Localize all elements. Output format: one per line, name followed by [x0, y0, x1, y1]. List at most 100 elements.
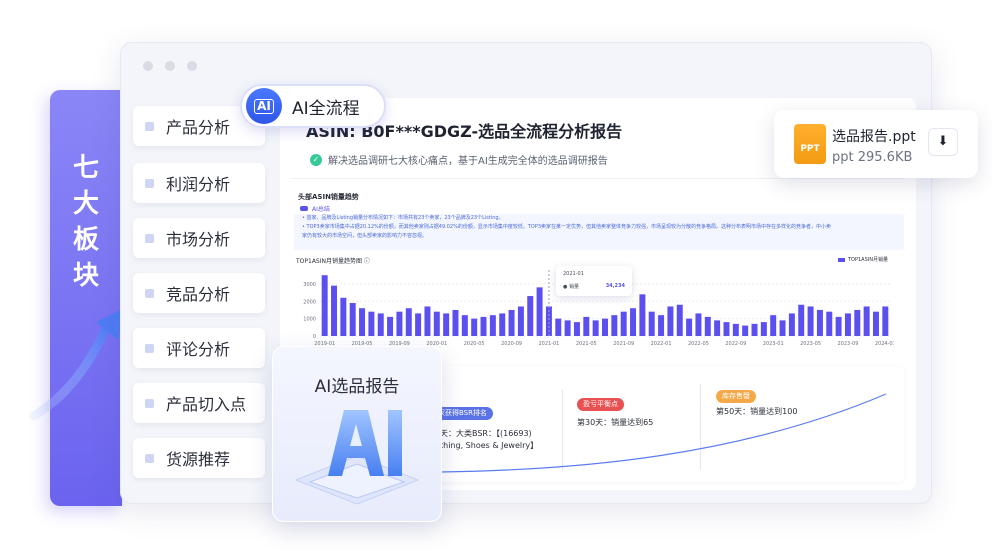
x-tick-label: 2022-09 [725, 341, 746, 347]
x-tick-label: 2024-01 [875, 341, 894, 347]
chart-bar[interactable] [517, 306, 524, 336]
chart-bar[interactable] [377, 313, 384, 336]
menu-item-supplier-recommend[interactable]: 货源推荐 [133, 438, 265, 478]
chart-bar[interactable] [770, 315, 777, 336]
chart-bar[interactable] [667, 306, 674, 336]
chart-bar[interactable] [368, 311, 375, 336]
chart-bar[interactable] [882, 306, 889, 336]
chart-bar[interactable] [592, 320, 599, 336]
insight-line: • TOP3卖家市场集中占据20.12%的份额，而其他卖家则占据49.02%的份… [302, 224, 832, 230]
chart-bar[interactable] [340, 297, 347, 336]
section-strip-label: 七 大 板 块 [50, 150, 122, 294]
chart-bar[interactable] [536, 287, 543, 336]
chart-bar[interactable] [424, 306, 431, 336]
chart-bar[interactable] [331, 285, 338, 336]
chart-bar[interactable] [499, 313, 506, 336]
tooltip-label: ● 销量 [563, 284, 579, 290]
menu-item-market-analysis[interactable]: 市场分析 [133, 218, 265, 258]
chart-bar[interactable] [489, 315, 496, 336]
chart-bar[interactable] [844, 313, 851, 336]
chart-bar[interactable] [433, 311, 440, 336]
ai-chip-icon [300, 206, 308, 211]
menu-item-competitor-analysis[interactable]: 竞品分析 [133, 273, 265, 313]
bullet-icon [145, 233, 154, 243]
chart-bar[interactable] [321, 275, 328, 336]
chart-bar[interactable] [471, 318, 478, 336]
x-tick-label: 2022-05 [688, 341, 709, 347]
divider [290, 178, 904, 179]
chart-bar[interactable] [676, 304, 683, 336]
chart-bar[interactable] [415, 313, 422, 336]
chart-bar[interactable] [854, 309, 861, 336]
ppt-icon-text: PPT [800, 144, 820, 154]
chart-bar[interactable] [405, 308, 412, 336]
tooltip-label-text: 销量 [568, 284, 579, 290]
chart-bar[interactable] [704, 316, 711, 336]
x-tick-label: 2020-05 [464, 341, 485, 347]
chart-bar[interactable] [555, 318, 562, 336]
ai-icon: AI [246, 88, 282, 124]
ai-summary-chip[interactable]: AI总结 [300, 204, 330, 213]
x-tick-label: 2021-01 [538, 341, 559, 347]
chart-bar[interactable] [826, 311, 833, 336]
chart-bar[interactable] [573, 322, 580, 336]
chart-bar[interactable] [835, 316, 842, 336]
menu-item-label: 产品切入点 [166, 395, 247, 414]
chart-bar[interactable] [443, 313, 450, 336]
bullet-icon [145, 121, 154, 131]
chart-bar[interactable] [686, 318, 693, 336]
menu-item-review-analysis[interactable]: 评论分析 [133, 328, 265, 368]
chart-bar[interactable] [863, 306, 870, 336]
ai-cube-icon [294, 410, 420, 505]
x-tick-label: 2023-09 [837, 341, 858, 347]
insight-line: • 首家、品牌及Listing销量分布情况如下：市场共有23个卖家，23个品牌及… [302, 215, 504, 221]
chart-bar[interactable] [788, 313, 795, 336]
download-button[interactable]: ⬇ [928, 128, 958, 156]
chart-bar[interactable] [480, 316, 487, 336]
chart-bar[interactable] [461, 315, 468, 336]
breakeven-badge: 盈亏平衡点 [577, 398, 624, 411]
chart-bar[interactable] [751, 323, 758, 336]
tooltip-value: 34,234 [605, 283, 625, 289]
chart-bar[interactable] [564, 320, 571, 336]
chart-bar[interactable] [816, 309, 823, 336]
chart-bar[interactable] [714, 320, 721, 336]
chart-bar[interactable] [723, 322, 730, 336]
window-dot-icon[interactable] [143, 61, 153, 71]
chart-bar[interactable] [732, 323, 739, 336]
chart-bar[interactable] [508, 309, 515, 336]
chart-bar[interactable] [639, 294, 646, 336]
chart-bar[interactable] [387, 316, 394, 336]
chart-bar[interactable] [396, 311, 403, 336]
chart-bar[interactable] [760, 322, 767, 336]
bullet-icon [145, 343, 154, 353]
chart-bar[interactable] [658, 315, 665, 336]
chart-bar[interactable] [452, 309, 459, 336]
chart-bar[interactable] [620, 311, 627, 336]
window-dot-icon[interactable] [187, 61, 197, 71]
ai-icon-text: AI [254, 98, 274, 114]
ai-flow-badge[interactable]: AI AI全流程 [240, 84, 386, 128]
chart-bar[interactable] [602, 318, 608, 336]
chart-bar[interactable] [798, 304, 805, 336]
window-dot-icon[interactable] [165, 61, 175, 71]
menu-item-profit-analysis[interactable]: 利润分析 [133, 163, 265, 203]
chart-bar[interactable] [359, 308, 366, 336]
chart-bar[interactable] [611, 315, 618, 336]
report-subtitle: ✓ 解决选品调研七大核心痛点，基于AI生成完全体的选品调研报告 [310, 152, 608, 167]
chart-bar[interactable] [742, 325, 749, 336]
file-name: 选品报告.ppt [832, 129, 916, 145]
chart-bar[interactable] [583, 316, 590, 336]
chart-bar[interactable] [779, 320, 786, 336]
chart-bar[interactable] [695, 313, 702, 336]
chart-bar[interactable] [872, 311, 879, 336]
menu-item-entry-point[interactable]: 产品切入点 [133, 383, 265, 423]
report-subtitle-text: 解决选品调研七大核心痛点，基于AI生成完全体的选品调研报告 [328, 156, 608, 167]
chart-bar[interactable] [630, 308, 637, 336]
chart-bar[interactable] [527, 296, 534, 336]
ai-insight-box: • 首家、品牌及Listing销量分布情况如下：市场共有23个卖家，23个品牌及… [294, 214, 904, 250]
chart-bar[interactable] [349, 303, 356, 336]
chart-bar[interactable] [807, 306, 814, 336]
y-tick-label: 1000 [303, 317, 316, 323]
chart-bar[interactable] [648, 311, 655, 336]
